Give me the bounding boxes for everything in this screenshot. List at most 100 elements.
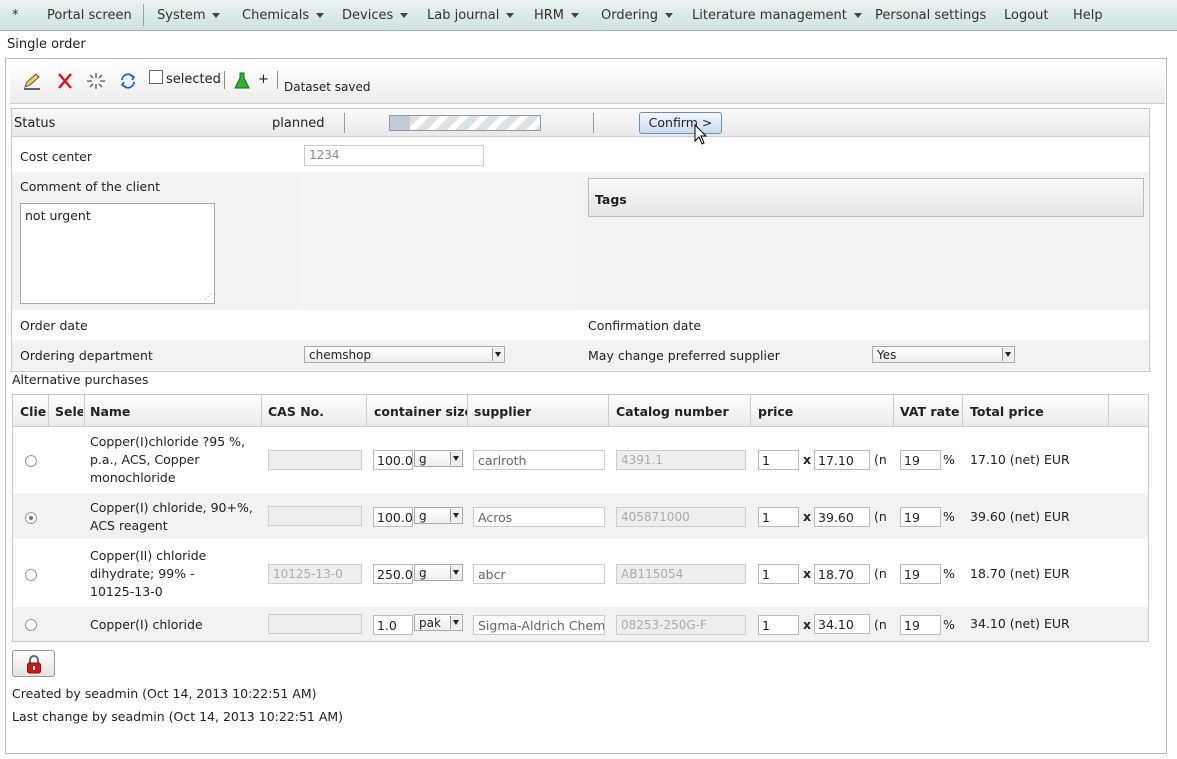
row-total-price: 18.70 (net) EUR [970,566,1070,581]
column-header-selected[interactable]: Sele [55,404,83,419]
menu-item-label: Literature management [692,8,847,23]
ordering-department-select[interactable]: chemshop [304,346,505,363]
row-size-field[interactable]: 100.0 [373,450,413,470]
row-select-radio[interactable] [25,512,37,524]
row-net-label: (n [874,452,887,467]
edit-pencil-icon[interactable] [22,72,42,93]
row-unit-select[interactable]: pak [414,614,463,631]
cost-center-label: Cost center [20,149,92,164]
row-quantity-field[interactable]: 1 [758,615,799,635]
add-flask-plus[interactable]: + [258,72,269,87]
column-divider [84,395,85,427]
row-price-field[interactable]: 39.60 [814,507,870,527]
refresh-icon[interactable] [119,72,137,93]
menu-item-ordering[interactable]: Ordering [601,8,674,23]
comment-text: not urgent [25,208,91,223]
row-unit-value: g [419,509,427,523]
delete-icon[interactable] [57,72,73,93]
row-price-field[interactable]: 34.10 [814,614,870,634]
menu-item-literature-management[interactable]: Literature management [692,8,862,23]
row-supplier-field[interactable]: Sigma-Aldrich Chemie [473,615,605,635]
row-unit-value: g [419,452,427,466]
dropdown-arrow-icon [492,348,503,361]
column-divider [608,395,609,427]
row-quantity-field[interactable]: 1 [758,507,799,527]
menu-item-portal-screen[interactable]: Portal screen [47,8,132,23]
row-percent-sign: % [943,566,955,581]
row-size-field[interactable]: 100.0 [373,507,413,527]
menu-item-help[interactable]: Help [1073,8,1103,23]
row-price-field[interactable]: 17.10 [814,450,870,470]
menu-item-system[interactable]: System [157,8,221,23]
row-unit-select[interactable]: g [414,507,463,524]
menu-item-hrm[interactable]: HRM [534,8,580,23]
row-multiply-sign: x [803,452,812,467]
menu-item-personal-settings[interactable]: Personal settings [875,8,986,23]
row-multiply-sign: x [803,617,812,632]
column-header-vat-rate[interactable]: VAT rate [900,404,959,419]
row-name-line: ACS reagent [90,518,168,533]
column-header-total-price[interactable]: Total price [970,404,1044,419]
row-price-field[interactable]: 18.70 [814,564,870,584]
menu-item-devices[interactable]: Devices [342,8,409,23]
row-vat-field[interactable]: 19 [900,507,941,527]
column-divider [893,395,894,427]
column-header-cas[interactable]: CAS No. [268,404,324,419]
new-record-sparkle-icon[interactable] [86,72,106,93]
row-total-price: 34.10 (net) EUR [970,616,1070,631]
row-catalog-field[interactable]: 4391.1 [616,450,746,470]
row-size-field[interactable]: 250.0 [373,564,413,584]
row-quantity-field[interactable]: 1 [758,450,799,470]
row-supplier-field[interactable]: Acros [473,507,605,527]
tags-label: Tags [595,192,627,207]
row-select-radio[interactable] [25,619,37,631]
column-header-name[interactable]: Name [90,404,130,419]
row-unit-select[interactable]: g [414,450,463,467]
row-supplier-field[interactable]: abcr [473,564,605,584]
status-message: Dataset saved [284,80,371,94]
row-vat-field[interactable]: 19 [900,615,941,635]
menu-item-star[interactable]: * [12,8,19,23]
column-divider [467,395,468,427]
menu-item-chemicals[interactable]: Chemicals [242,8,325,23]
menu-item-lab-journal[interactable]: Lab journal [427,8,515,23]
row-vat-field[interactable]: 19 [900,564,941,584]
confirm-button[interactable]: Confirm > [639,112,722,134]
row-cas-field[interactable] [268,614,362,634]
row-cas-field[interactable]: 10125-13-0 [268,564,362,584]
cost-center-field[interactable]: 1234 [304,145,484,166]
menu-item-logout[interactable]: Logout [1004,8,1049,23]
row-unit-select[interactable]: g [414,564,463,581]
row-name-line: p.a., ACS, Copper [90,452,200,467]
column-header-price[interactable]: price [758,404,793,419]
status-row [12,110,1149,137]
column-header-client[interactable]: Clie [20,404,46,419]
workflow-progress-fill [390,116,410,130]
resize-grip-icon[interactable]: ⋰ [204,292,212,301]
row-cas-field[interactable] [268,450,362,470]
row-select-radio[interactable] [25,569,37,581]
column-header-supplier[interactable]: supplier [474,404,531,419]
lock-button[interactable] [12,650,55,677]
dropdown-arrow-icon [450,509,461,522]
chevron-down-icon [571,13,580,18]
row-vat-field[interactable]: 19 [900,450,941,470]
row-size-field[interactable]: 1.0 [373,615,413,635]
row-percent-sign: % [943,617,955,632]
row-cas-field[interactable] [268,506,362,526]
flask-icon[interactable] [234,72,250,93]
row-catalog-field[interactable]: 405871000 [616,507,746,527]
row-quantity-field[interactable]: 1 [758,564,799,584]
row-catalog-field[interactable]: AB115054 [616,564,746,584]
row-name-line: Copper(I) chloride, 90+%, [90,500,253,515]
comment-textarea[interactable]: not urgent ⋰ [20,203,215,304]
workflow-progress-bar [389,115,541,131]
selected-checkbox[interactable] [149,70,163,84]
dropdown-arrow-icon [450,616,461,629]
row-select-radio[interactable] [25,455,37,467]
column-header-catalog-number[interactable]: Catalog number [616,404,729,419]
row-supplier-field[interactable]: carlroth [473,450,605,470]
may-change-supplier-select[interactable]: Yes [872,346,1015,363]
row-catalog-field[interactable]: 08253-250G-F [616,615,746,635]
column-header-container-size[interactable]: container size [374,404,467,419]
